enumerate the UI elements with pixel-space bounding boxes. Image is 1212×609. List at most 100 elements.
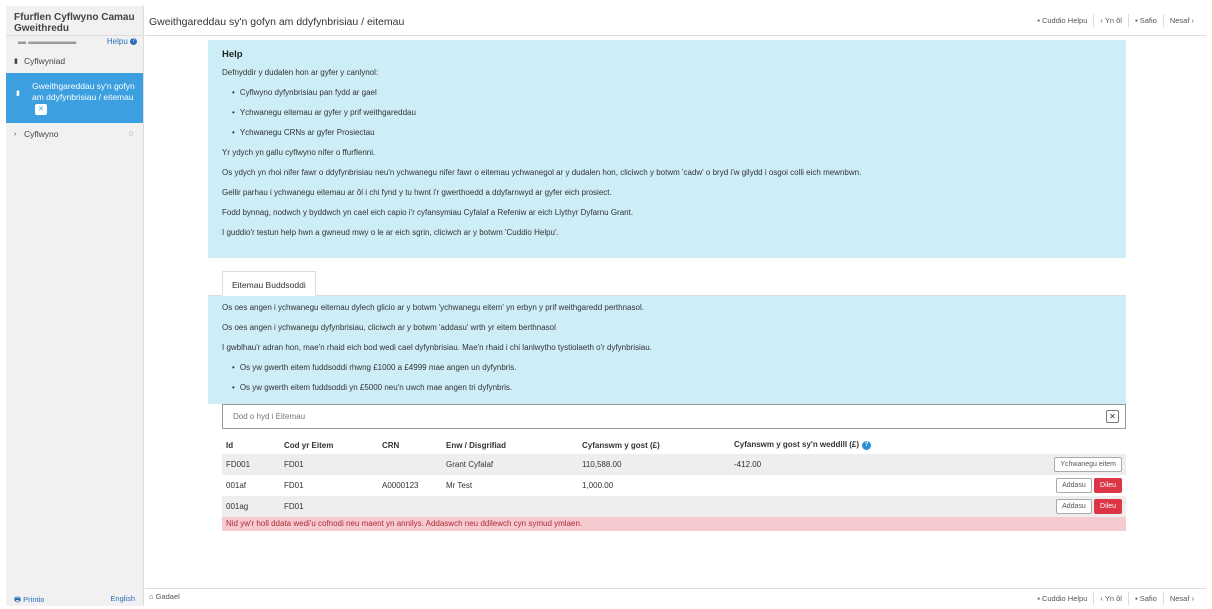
back-label: Yn ôl [1104,16,1122,25]
next-button[interactable]: Nesaf › [1162,592,1200,605]
print-link[interactable]: 🖶 Printio [14,594,44,607]
cell-remaining [730,475,1036,496]
tab-investment-items[interactable]: Eitemau Buddsoddi [222,271,316,296]
english-link[interactable]: English [110,594,135,603]
sidebar-scrolled-row: ▬ ▬▬▬▬▬▬ Helpu ? [6,36,143,50]
hide-help-label: Cuddio Helpu [1041,594,1088,603]
clear-search-button[interactable]: ✕ [1106,410,1119,423]
save-button[interactable]: ▪ Safio [1127,592,1163,605]
help-para: Os ydych yn rhoi nifer fawr o ddyfynbris… [222,168,862,177]
info-para: I gwblhau'r adran hon, mae'n rhaid eich … [222,343,652,352]
help-bullet: Ychwanegu CRNs ar gyfer Prosiectau [232,127,1112,138]
back-button[interactable]: ‹ Yn ôl [1093,592,1128,605]
next-label: Nesaf [1169,594,1190,603]
cell-total [578,496,730,517]
sidebar-item-label: Cyflwyniad [24,56,66,66]
help-heading: Help [222,49,243,60]
hide-help-button[interactable]: ▪ Cuddio Helpu [1031,592,1093,605]
print-label: Printio [23,595,45,604]
cell-code: FD01 [280,454,378,475]
info-para: Os oes angen i ychwanegu dyfynbrisiau, c… [222,323,556,332]
info-panel: Os oes angen i ychwanegu eitemau dylech … [208,296,1126,404]
delete-button[interactable]: Dileu [1094,499,1122,514]
sidebar-help-link[interactable]: Helpu ? [107,37,137,46]
bookmark-icon: ▮ [16,90,20,97]
delete-button[interactable]: Dileu [1094,478,1122,493]
question-icon: ? [130,38,137,46]
sidebar-item-label: Gweithgareddau sy'n gofyn am ddyfynbrisi… [32,81,135,102]
header-toolbar: ▪ Cuddio Helpu ‹ Yn ôl ▪ Safio Nesaf › [1031,14,1200,27]
col-item-code: Cod yr Eitem [284,440,334,450]
next-label: Nesaf [1169,16,1190,25]
validation-error: Nid yw'r holl ddata wedi'u cofnodi neu m… [222,517,1126,531]
cell-code: FD01 [280,496,378,517]
edit-button[interactable]: Addasu [1056,499,1092,514]
help-para: Yr ydych yn gallu cyflwyno nifer o ffurf… [222,148,376,157]
cell-crn: A0000123 [382,481,419,490]
cell-crn [378,454,442,475]
help-intro: Defnyddir y dudalen hon ar gyfer y canly… [222,68,379,77]
col-actions [1036,436,1126,454]
page-title: Gweithgareddau sy'n gofyn am ddyfynbrisi… [149,16,405,28]
help-link-label: Helpu [106,37,128,46]
items-table: Id Cod yr Eitem CRN Enw / Disgrifiad Cyf… [222,436,1126,517]
help-bullets: Cyflwyno dyfynbrisiau pan fydd ar gael Y… [232,87,1112,138]
col-crn: CRN [382,440,400,450]
col-remaining-cost: Cyfanswm y gost sy'n weddill (£)? [730,436,1036,454]
sidebar-item-activities[interactable]: ▮ Gweithgareddau sy'n gofyn am ddyfynbri… [6,73,143,123]
cell-remaining: -412.00 [730,454,1036,475]
cell-id: FD001 [222,454,280,475]
back-button[interactable]: ‹ Yn ôl [1093,14,1128,27]
hide-help-label: Cuddio Helpu [1041,16,1088,25]
page-header: Gweithgareddau sy'n gofyn am ddyfynbrisi… [145,6,1206,36]
cell-total: 110,588.00 [578,454,730,475]
next-button[interactable]: Nesaf › [1162,14,1200,27]
cell-id: 001af [226,481,247,490]
form-title: Ffurflen Cyflwyno Camau Gweithredu [6,6,143,36]
table-row: FD001 FD01 Grant Cyfalaf 110,588.00 -412… [222,454,1126,475]
back-label: Yn ôl [1104,594,1122,603]
save-label: Safio [1139,594,1157,603]
sidebar-item-submit[interactable]: › Cyflwyno 0 [6,123,143,146]
cell-actions: Ychwanegu eitem [1036,454,1126,475]
bookmark-icon: ▮ [14,58,18,65]
main-content: Help Defnyddir y dudalen hon ar gyfer y … [208,40,1126,531]
sidebar: Ffurflen Cyflwyno Camau Gweithredu ▬ ▬▬▬… [6,6,144,606]
save-button[interactable]: ▪ Safio [1127,14,1163,27]
sidebar-item-introduction[interactable]: ▮ Cyflwyniad [6,50,143,73]
sidebar-cut-text: ▬ ▬▬▬▬▬▬ [18,37,77,46]
exit-button[interactable]: ⌂ Gadael [149,592,180,601]
add-item-button[interactable]: Ychwanegu eitem [1054,457,1122,472]
help-bullet: Cyflwyno dyfynbrisiau pan fydd ar gael [232,87,1112,98]
cell-crn [378,496,442,517]
cell-name: Mr Test [446,481,473,490]
cell-actions: Addasu Dileu [1036,475,1126,496]
hide-help-button[interactable]: ▪ Cuddio Helpu [1031,14,1093,27]
save-label: Safio [1139,16,1157,25]
cell-name: Grant Cyfalaf [442,454,578,475]
help-para: I guddio'r testun help hwn a gwneud mwy … [222,228,559,237]
col-name: Enw / Disgrifiad [446,440,507,450]
help-para: Gellir parhau i ychwanegu eitemau ar ôl … [222,188,612,197]
sidebar-item-count: 0 [129,131,133,138]
cell-remaining [730,496,1036,517]
table-row: 001af FD01 A0000123 Mr Test 1,000.00 Add… [222,475,1126,496]
exit-label: Gadael [155,592,180,601]
search-input[interactable] [233,412,1033,421]
table-header-row: Id Cod yr Eitem CRN Enw / Disgrifiad Cyf… [222,436,1126,454]
edit-button[interactable]: Addasu [1056,478,1092,493]
info-para: Os oes angen i ychwanegu eitemau dylech … [222,303,644,312]
help-panel: Help Defnyddir y dudalen hon ar gyfer y … [208,40,1126,258]
info-icon[interactable]: ? [862,440,872,450]
cell-actions: Addasu Dileu [1036,496,1126,517]
info-bullets: Os yw gwerth eitem fuddsoddi rhwng £1000… [222,362,1112,393]
sidebar-footer: 🖶 Printio English [6,590,143,606]
cell-id: 001ag [222,496,280,517]
sidebar-item-label: Cyflwyno [24,129,59,139]
help-bullet: Ychwanegu eitemau ar gyfer y prif weithg… [232,107,1112,118]
page-footer: ⌂ Gadael ▪ Cuddio Helpu ‹ Yn ôl ▪ Safio … [145,588,1206,606]
cell-total: 1,000.00 [582,481,614,490]
error-badge: ✕ [35,104,47,115]
tab-bar: Eitemau Buddsoddi [208,271,1126,296]
cell-code: FD01 [284,481,304,490]
